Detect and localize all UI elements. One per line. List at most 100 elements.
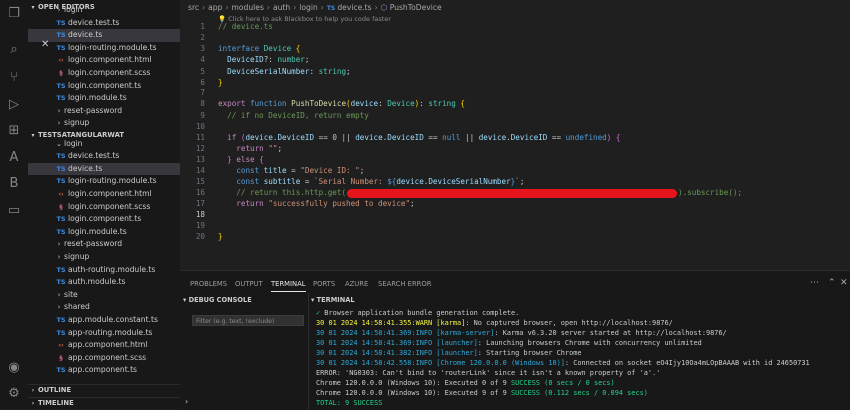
file-tree-item[interactable]: § login.component.scss (28, 201, 180, 214)
more-actions-icon[interactable]: ⋯ (810, 278, 819, 288)
chevron-up-icon[interactable]: ⌃ (828, 278, 836, 288)
chevron-right-icon: › (31, 387, 35, 394)
debug-filter-input[interactable]: Filter (e.g. text, !exclude) (192, 315, 304, 326)
tab-azure[interactable]: AZURE (345, 280, 368, 288)
breadcrumb-item[interactable]: src (188, 3, 199, 12)
file-tree-item-label: app.component.scss (68, 352, 147, 362)
blackbox-icon[interactable]: B (6, 176, 22, 192)
file-tree-item[interactable]: TS login.component.ts (28, 80, 180, 93)
code-line-14: const title = "Device ID: "; (236, 166, 365, 175)
ts-file-icon: TS (56, 328, 66, 337)
file-tree-item-label: login.component.scss (68, 68, 151, 77)
file-tree-item[interactable]: § app.component.scss (28, 352, 180, 365)
code-line-5: DeviceSerialNumber: string; (227, 67, 351, 76)
outline-header[interactable]: › OUTLINE (28, 384, 180, 396)
file-tree-item[interactable]: TS app-routing.module.ts (28, 327, 180, 340)
search-icon[interactable]: ⌕ (6, 42, 22, 58)
chevron-right-icon: › (57, 119, 61, 128)
html-file-icon: ‹› (58, 341, 64, 350)
timeline-header[interactable]: › TIMELINE (28, 397, 180, 409)
line-number: 14 (195, 166, 205, 175)
settings-gear-icon[interactable]: ⚙ (6, 386, 22, 402)
file-tree-item[interactable]: TS login-routing.module.ts (28, 175, 180, 188)
terminal-line: 30 01 2024 14:58:41.369:INFO [karma-serv… (316, 329, 727, 337)
file-tree-item[interactable]: ‹› app.component.html (28, 339, 180, 352)
breadcrumb-item[interactable]: auth (273, 3, 290, 12)
tab-output[interactable]: OUTPUT (235, 280, 263, 288)
terminal-header[interactable]: ▾ TERMINAL (311, 296, 355, 304)
file-tree-item[interactable]: TS app.module.constant.ts (28, 314, 180, 327)
chevron-right-icon: › (57, 106, 61, 115)
file-tree-item[interactable]: TS login-routing.module.ts (28, 42, 180, 55)
file-tree-item[interactable]: TS auth-routing.module.ts (28, 264, 180, 277)
file-tree-item[interactable]: TS device.test.ts (28, 150, 180, 163)
breadcrumb-item[interactable]: modules (231, 3, 263, 12)
breadcrumb-item[interactable]: PushToDevice (390, 3, 442, 12)
line-number: 8 (200, 99, 205, 108)
file-tree-item-label: device.ts (68, 163, 103, 173)
file-tree-item-label: reset-password (64, 239, 123, 249)
run-debug-icon[interactable]: ▷ (6, 97, 22, 113)
code-line-20: } (218, 232, 223, 241)
file-tree-item[interactable]: TS auth.module.ts (28, 276, 180, 289)
file-tree-item[interactable]: TS app.component.ts (28, 364, 180, 377)
breadcrumb-item[interactable]: login (299, 3, 318, 12)
file-tree-item[interactable]: › login (28, 4, 180, 17)
line-number: 5 (200, 67, 205, 76)
file-tree-item-label: login.component.html (68, 55, 152, 65)
activity-bar: ❐ ⌕ ⑂ ▷ ⊞ A B ▭ ◉ ⚙ (0, 0, 29, 409)
file-tree-item[interactable]: § login.component.scss (28, 67, 180, 80)
extensions-icon[interactable]: ⊞ (6, 123, 22, 139)
file-tree-item[interactable]: › reset-password (28, 238, 180, 251)
code-line-13: } else { (227, 155, 264, 164)
line-number: 11 (195, 133, 205, 142)
line-number: 15 (195, 177, 205, 186)
file-tree-item[interactable]: TS login.module.ts (28, 226, 180, 239)
code-editor[interactable]: src › app › modules › auth › login › TS device.ts ›… (180, 0, 850, 270)
tab-search-error[interactable]: SEARCH ERROR (378, 280, 431, 288)
ts-file-icon: TS (56, 164, 66, 173)
file-tree-item[interactable]: TS login.component.ts (28, 213, 180, 226)
code-line-16: // return this.http.get().subscribe(); (236, 188, 743, 198)
file-tree-item[interactable]: › signup (28, 251, 180, 264)
chevron-right-icon: › (57, 303, 61, 312)
ts-file-icon: TS (56, 18, 66, 27)
ts-file-icon: TS (56, 278, 66, 287)
file-tree-item[interactable]: ‹› login.component.html (28, 54, 180, 67)
file-tree-item-label: login.component.scss (68, 201, 151, 211)
terminal-line: 30 01 2024 14:58:41.382:INFO [launcher]:… (316, 349, 582, 357)
tab-ports[interactable]: PORTS (313, 280, 335, 288)
ts-file-icon: TS (56, 81, 66, 90)
remote-explorer-icon[interactable]: ▭ (6, 203, 22, 219)
chevron-right-icon: › (57, 240, 61, 249)
debug-console-header[interactable]: ▾ DEBUG CONSOLE (183, 296, 252, 304)
file-tree-item[interactable]: › shared (28, 301, 180, 314)
code-line-3: interface Device { (218, 44, 301, 53)
terminal-line: Chrome 120.0.0.0 (Windows 10): Executed … (316, 389, 648, 397)
breadcrumb-item[interactable]: device.ts (337, 3, 371, 12)
file-tree-item[interactable]: TS login.module.ts (28, 92, 180, 105)
chevron-right-icon[interactable]: › (185, 397, 188, 406)
file-tree-item[interactable]: ‹› login.component.html (28, 188, 180, 201)
terminal-line: 30 01 2024 14:58:41.355:WARN [karma]: No… (316, 319, 673, 327)
explorer-icon[interactable]: ❐ (6, 6, 22, 22)
breadcrumb-item[interactable]: app (208, 3, 222, 12)
source-control-icon[interactable]: ⑂ (6, 70, 22, 86)
tab-terminal[interactable]: TERMINAL (271, 280, 306, 292)
close-panel-icon[interactable]: ✕ (840, 278, 848, 288)
azure-icon[interactable]: A (6, 150, 22, 166)
file-tree-item[interactable]: › site (28, 289, 180, 302)
file-tree-item[interactable]: TS device.test.ts (28, 17, 180, 30)
account-icon[interactable]: ◉ (6, 360, 22, 376)
file-tree-item-label: app.component.html (68, 340, 148, 350)
file-tree-item[interactable]: › reset-password (28, 105, 180, 118)
close-icon[interactable]: ✕ (41, 39, 49, 50)
tab-problems[interactable]: PROBLEMS (190, 280, 227, 288)
file-tree-item[interactable]: › signup (28, 117, 180, 130)
file-tree-item[interactable]: TS device.ts (28, 29, 180, 42)
file-tree-item[interactable]: TS device.ts (28, 162, 180, 176)
file-tree-item[interactable]: ⌄ login (28, 138, 180, 151)
ts-file-icon: TS (56, 152, 66, 161)
file-tree-item-label: app-routing.module.ts (68, 327, 153, 337)
ts-file-icon: TS (56, 265, 66, 274)
